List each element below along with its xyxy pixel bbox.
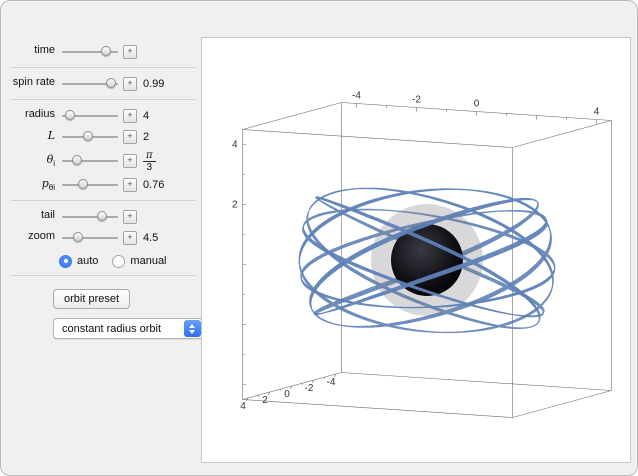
divider (11, 99, 195, 100)
dropdown-selected-value: constant radius orbit (62, 322, 162, 335)
y-axis-tick-label: 2 (262, 395, 268, 406)
spin-rate-label: spin rate (12, 76, 55, 89)
slider-thumb[interactable] (78, 179, 89, 189)
slider-track[interactable] (62, 236, 118, 239)
spin-rate-value: 0.99 (143, 77, 165, 90)
tail-slider[interactable] (62, 210, 118, 224)
time-animate-button[interactable]: + (123, 44, 137, 59)
zoom-animate-button[interactable]: + (123, 230, 137, 245)
p-theta-i-label: pθi (41, 176, 55, 193)
radio-auto[interactable]: auto (59, 254, 99, 268)
p-theta-i-value: 0.76 (143, 178, 165, 191)
slider-thumb[interactable] (97, 211, 108, 221)
slider-thumb[interactable] (106, 78, 117, 88)
slider-thumb[interactable] (83, 131, 94, 141)
slider-row-zoom: zoom + 4.5 (9, 227, 197, 248)
divider (11, 200, 195, 201)
slider-thumb[interactable] (100, 46, 111, 56)
time-slider[interactable] (62, 45, 118, 59)
x-axis-tick-label: -2 (412, 95, 421, 106)
radio-auto-label: auto (77, 255, 99, 267)
radio-selected-icon[interactable] (59, 254, 72, 268)
chevron-updown-icon[interactable] (183, 320, 201, 337)
zoom-slider[interactable] (62, 231, 118, 245)
divider (11, 275, 195, 276)
y-axis-tick-label: 4 (240, 401, 246, 412)
demonstration-window: time + spin rate + 0.99 radius + 4 L + 2 (0, 0, 638, 476)
orbit-preset-button[interactable]: orbit preset (53, 289, 131, 309)
theta-i-label: θi (46, 152, 55, 169)
tail-animate-button[interactable]: + (123, 209, 137, 224)
p-theta-i-slider[interactable] (62, 178, 118, 192)
orbit-preset-dropdown[interactable]: constant radius orbit (53, 318, 203, 339)
theta-i-value: π3 (143, 149, 156, 173)
radio-manual-label: manual (130, 255, 167, 267)
slider-row-spin-rate: spin rate + 0.99 (9, 73, 197, 94)
L-animate-button[interactable]: + (123, 129, 137, 144)
orbit-3d-canvas[interactable]: -4 -2 0 4 4 2 4 2 0 -2 -4 (202, 38, 630, 462)
radius-slider[interactable] (62, 109, 118, 123)
slider-thumb[interactable] (65, 110, 76, 120)
x-axis-tick-label: -4 (352, 91, 361, 102)
zoom-label: zoom (28, 230, 55, 243)
p-theta-i-animate-button[interactable]: + (123, 177, 137, 192)
radio-unselected-icon[interactable] (112, 254, 126, 268)
time-label: time (34, 44, 55, 57)
slider-track[interactable] (62, 215, 118, 218)
slider-thumb[interactable] (71, 155, 82, 165)
theta-i-slider[interactable] (62, 154, 118, 168)
slider-row-radius: radius + 4 (9, 105, 197, 126)
slider-row-tail: tail + (9, 206, 197, 227)
z-axis-tick-label: 4 (232, 140, 238, 151)
control-panel: time + spin rate + 0.99 radius + 4 L + 2 (9, 41, 203, 339)
L-slider[interactable] (62, 130, 118, 144)
orbit-3d-plot[interactable]: -4 -2 0 4 4 2 4 2 0 -2 -4 (201, 37, 631, 463)
z-axis-tick-label: 2 (232, 200, 238, 211)
slider-row-theta-i: θi + π3 (9, 147, 197, 174)
y-axis-ticks (245, 373, 337, 402)
slider-thumb[interactable] (72, 232, 83, 242)
y-axis-tick-label: -4 (327, 377, 336, 388)
radius-animate-button[interactable]: + (123, 108, 137, 123)
zoom-value: 4.5 (143, 231, 159, 244)
x-axis-tick-label: 0 (474, 99, 480, 110)
z-axis-ticks (242, 144, 247, 385)
zoom-mode-radio-group: auto manual (59, 252, 197, 270)
radius-label: radius (25, 108, 55, 121)
radio-manual[interactable]: manual (112, 254, 167, 268)
spin-rate-slider[interactable] (62, 77, 118, 91)
L-value: 2 (143, 130, 150, 143)
y-axis-tick-label: 0 (284, 389, 290, 400)
slider-track[interactable] (62, 159, 118, 162)
slider-row-L: L + 2 (9, 126, 197, 147)
slider-row-p-theta-i: pθi + 0.76 (9, 174, 197, 195)
radius-value: 4 (143, 109, 150, 122)
L-label: L (47, 128, 55, 142)
y-axis-tick-label: -2 (305, 383, 314, 394)
theta-i-animate-button[interactable]: + (123, 153, 137, 168)
divider (11, 67, 195, 68)
slider-row-time: time + (9, 41, 197, 62)
slider-track[interactable] (62, 183, 118, 186)
tail-label: tail (40, 209, 55, 222)
x-axis-tick-label: 4 (594, 107, 600, 118)
spin-rate-animate-button[interactable]: + (123, 76, 137, 91)
